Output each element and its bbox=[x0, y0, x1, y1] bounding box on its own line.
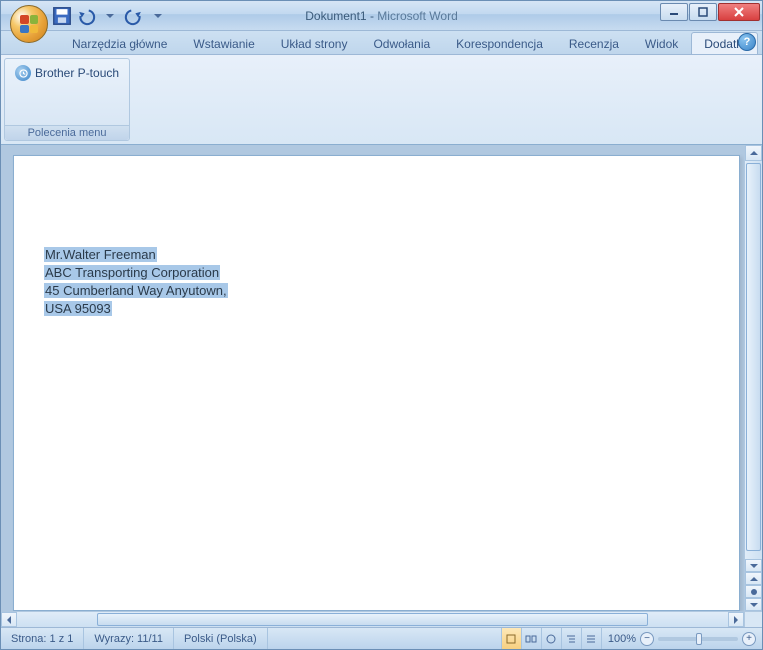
scroll-corner bbox=[744, 611, 762, 627]
vertical-scroll-thumb[interactable] bbox=[746, 163, 761, 551]
reading-icon bbox=[525, 633, 537, 645]
chevron-down-icon bbox=[154, 14, 162, 18]
circle-icon bbox=[750, 588, 758, 596]
tab-home[interactable]: Narzędzia główne bbox=[59, 32, 180, 54]
close-button[interactable] bbox=[718, 3, 760, 21]
undo-button[interactable] bbox=[75, 5, 97, 27]
ptouch-icon bbox=[15, 65, 31, 81]
document-viewport[interactable]: Mr.Walter Freeman ABC Transporting Corpo… bbox=[1, 145, 744, 611]
maximize-button[interactable] bbox=[689, 3, 717, 21]
scroll-down-button[interactable] bbox=[745, 559, 762, 572]
chevron-down-icon bbox=[750, 564, 758, 568]
tab-view[interactable]: Widok bbox=[632, 32, 691, 54]
print-layout-view[interactable] bbox=[502, 628, 522, 649]
chevron-up-icon bbox=[750, 151, 758, 155]
status-bar: Strona: 1 z 1 Wyrazy: 11/11 Polski (Pols… bbox=[1, 627, 762, 649]
brother-ptouch-label: Brother P-touch bbox=[35, 66, 119, 80]
window-controls bbox=[659, 3, 760, 21]
double-chevron-down-icon bbox=[750, 603, 758, 607]
undo-dropdown[interactable] bbox=[99, 5, 121, 27]
ribbon-group-menu-commands: Brother P-touch Polecenia menu bbox=[4, 58, 130, 141]
prev-page-button[interactable] bbox=[745, 572, 762, 585]
horizontal-scroll-thumb[interactable] bbox=[97, 613, 648, 626]
office-button[interactable] bbox=[10, 5, 48, 43]
document-area: Mr.Walter Freeman ABC Transporting Corpo… bbox=[1, 145, 762, 627]
window-title: Dokument1 - Microsoft Word bbox=[305, 9, 458, 23]
double-chevron-up-icon bbox=[750, 577, 758, 581]
vertical-scrollbar[interactable] bbox=[744, 145, 762, 611]
web-layout-view[interactable] bbox=[542, 628, 562, 649]
selected-text-line[interactable]: USA 95093 bbox=[44, 301, 112, 316]
brother-ptouch-button[interactable]: Brother P-touch bbox=[11, 63, 123, 83]
status-words[interactable]: Wyrazy: 11/11 bbox=[84, 628, 174, 649]
draft-icon bbox=[585, 633, 597, 645]
scroll-up-button[interactable] bbox=[745, 145, 762, 161]
scroll-left-button[interactable] bbox=[1, 612, 17, 627]
ribbon-group-label: Polecenia menu bbox=[5, 125, 129, 140]
horizontal-scrollbar[interactable] bbox=[1, 611, 744, 627]
ribbon-panel: Brother P-touch Polecenia menu bbox=[1, 55, 762, 145]
help-icon: ? bbox=[744, 36, 751, 48]
zoom-slider[interactable] bbox=[658, 637, 738, 641]
zoom-out-button[interactable]: − bbox=[640, 632, 654, 646]
status-page[interactable]: Strona: 1 z 1 bbox=[1, 628, 84, 649]
qat-customize[interactable] bbox=[147, 5, 169, 27]
full-screen-reading-view[interactable] bbox=[522, 628, 542, 649]
undo-icon bbox=[75, 5, 97, 27]
next-page-button[interactable] bbox=[745, 598, 762, 611]
chevron-right-icon bbox=[734, 616, 738, 624]
browse-object-button[interactable] bbox=[745, 585, 762, 598]
minimize-button[interactable] bbox=[660, 3, 688, 21]
chevron-left-icon bbox=[7, 616, 11, 624]
print-layout-icon bbox=[505, 633, 517, 645]
document-name: Dokument1 bbox=[305, 9, 366, 23]
chevron-down-icon bbox=[106, 14, 114, 18]
selected-text-line[interactable]: ABC Transporting Corporation bbox=[44, 265, 220, 280]
app-name: Microsoft Word bbox=[377, 9, 457, 23]
page-1[interactable]: Mr.Walter Freeman ABC Transporting Corpo… bbox=[13, 155, 740, 611]
save-icon bbox=[51, 5, 73, 27]
selected-text-line[interactable]: Mr.Walter Freeman bbox=[44, 247, 157, 262]
redo-icon bbox=[123, 5, 145, 27]
status-language[interactable]: Polski (Polska) bbox=[174, 628, 268, 649]
scroll-right-button[interactable] bbox=[728, 612, 744, 627]
quick-access-toolbar bbox=[51, 1, 169, 30]
tab-page-layout[interactable]: Układ strony bbox=[268, 32, 361, 54]
redo-button[interactable] bbox=[123, 5, 145, 27]
ribbon-tab-strip: Narzędzia główne Wstawianie Układ strony… bbox=[1, 31, 762, 55]
outline-icon bbox=[565, 633, 577, 645]
title-bar: Dokument1 - Microsoft Word bbox=[1, 1, 762, 31]
help-button[interactable]: ? bbox=[738, 33, 756, 51]
tab-review[interactable]: Recenzja bbox=[556, 32, 632, 54]
save-button[interactable] bbox=[51, 5, 73, 27]
web-icon bbox=[545, 633, 557, 645]
tab-insert[interactable]: Wstawianie bbox=[180, 32, 267, 54]
selected-text-line[interactable]: 45 Cumberland Way Anyutown, bbox=[44, 283, 228, 298]
tab-references[interactable]: Odwołania bbox=[360, 32, 443, 54]
office-logo-icon bbox=[20, 15, 38, 33]
outline-view[interactable] bbox=[562, 628, 582, 649]
zoom-in-button[interactable]: + bbox=[742, 632, 756, 646]
zoom-slider-handle[interactable] bbox=[696, 633, 702, 645]
zoom-percent[interactable]: 100% bbox=[608, 633, 636, 645]
view-buttons bbox=[501, 628, 602, 649]
tab-mailings[interactable]: Korespondencja bbox=[443, 32, 556, 54]
zoom-control: 100% − + bbox=[602, 628, 762, 649]
draft-view[interactable] bbox=[582, 628, 602, 649]
